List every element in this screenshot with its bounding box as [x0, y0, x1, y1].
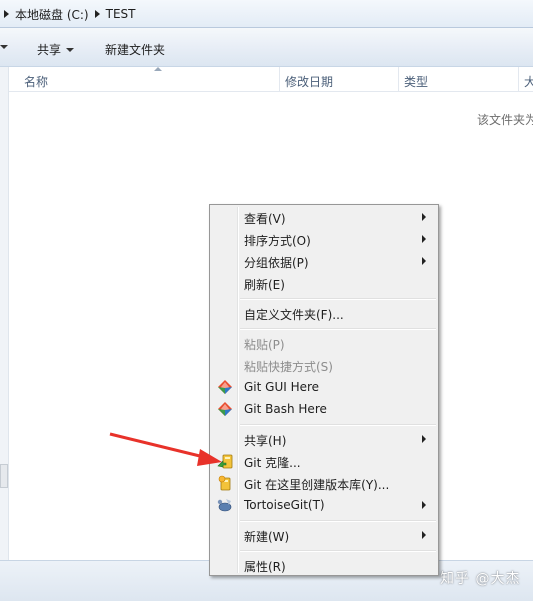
navigation-pane[interactable]	[0, 67, 9, 560]
menu-item-label: Git 克隆...	[244, 456, 301, 470]
menu-item-git-clone[interactable]: Git 克隆...	[212, 450, 436, 472]
menu-item-git-create-repo[interactable]: Git 在这里创建版本库(Y)...	[212, 472, 436, 494]
tortoisegit-icon	[217, 499, 232, 512]
submenu-arrow-icon	[422, 235, 426, 243]
menu-item-label: Git GUI Here	[244, 380, 320, 394]
breadcrumb-separator-icon[interactable]	[94, 10, 100, 18]
submenu-arrow-icon	[422, 531, 426, 539]
menu-separator	[240, 298, 436, 300]
command-toolbar: 共享 新建文件夹	[0, 28, 533, 67]
column-divider[interactable]	[518, 67, 519, 91]
menu-separator	[240, 520, 436, 522]
empty-folder-message: 该文件夹为	[477, 113, 533, 127]
menu-item-tortoisegit[interactable]: TortoiseGit(T)	[212, 494, 436, 516]
menu-item-label: Git 在这里创建版本库(Y)...	[244, 478, 390, 492]
menu-item-git-gui[interactable]: Git GUI Here	[212, 376, 436, 398]
new-folder-label: 新建文件夹	[105, 43, 166, 57]
share-button-label: 共享	[37, 43, 62, 57]
column-header-name[interactable]: 名称	[24, 73, 48, 90]
menu-item-sort-by[interactable]: 排序方式(O)	[212, 228, 436, 250]
menu-item-paste: 粘贴(P)	[212, 332, 436, 354]
column-header-row: 名称 修改日期 类型 大	[9, 67, 533, 92]
chevron-down-icon	[66, 47, 75, 52]
menu-item-new[interactable]: 新建(W)	[212, 524, 436, 546]
menu-item-label: 刷新(E)	[244, 278, 285, 292]
menu-item-label: 新建(W)	[244, 530, 290, 544]
menu-item-properties[interactable]: 属性(R)	[212, 554, 436, 576]
menu-item-label: TortoiseGit(T)	[244, 498, 325, 512]
git-create-repo-icon	[218, 475, 231, 491]
menu-item-label: 分组依据(P)	[244, 256, 309, 270]
menu-item-label: 排序方式(O)	[244, 234, 311, 248]
column-header-type[interactable]: 类型	[404, 73, 428, 90]
new-folder-button[interactable]: 新建文件夹	[105, 41, 165, 58]
git-diamond-icon	[218, 402, 232, 416]
git-diamond-icon	[218, 380, 232, 394]
submenu-arrow-icon	[422, 501, 426, 509]
column-header-size[interactable]: 大	[524, 73, 533, 90]
menu-item-label: 粘贴(P)	[244, 338, 285, 352]
menu-item-label: 属性(R)	[244, 560, 286, 574]
menu-item-label: 查看(V)	[244, 212, 286, 226]
breadcrumb-local-disk[interactable]: 本地磁盘 (C:)	[15, 6, 89, 23]
context-menu: 查看(V) 排序方式(O) 分组依据(P) 刷新(E) 自定义文件夹(F)...…	[209, 204, 439, 576]
menu-item-share[interactable]: 共享(H)	[212, 428, 436, 450]
menu-item-paste-shortcut: 粘贴快捷方式(S)	[212, 354, 436, 376]
menu-item-git-bash[interactable]: Git Bash Here	[212, 398, 436, 420]
column-divider[interactable]	[279, 67, 280, 91]
submenu-arrow-icon	[422, 435, 426, 443]
address-bar[interactable]: 本地磁盘 (C:) TEST	[0, 0, 533, 28]
navigation-scrollbar-thumb[interactable]	[0, 464, 8, 488]
menu-separator	[240, 328, 436, 330]
breadcrumb-test[interactable]: TEST	[106, 7, 136, 21]
submenu-arrow-icon	[422, 213, 426, 221]
breadcrumb: 本地磁盘 (C:) TEST	[4, 5, 533, 23]
submenu-arrow-icon	[422, 257, 426, 265]
menu-item-view[interactable]: 查看(V)	[212, 206, 436, 228]
column-divider[interactable]	[398, 67, 399, 91]
share-button[interactable]: 共享	[37, 41, 75, 58]
column-header-modified[interactable]: 修改日期	[285, 73, 333, 90]
menu-item-customize-folder[interactable]: 自定义文件夹(F)...	[212, 302, 436, 324]
menu-item-group-by[interactable]: 分组依据(P)	[212, 250, 436, 272]
menu-item-label: 自定义文件夹(F)...	[244, 308, 344, 322]
breadcrumb-separator-icon[interactable]	[4, 10, 9, 18]
menu-separator	[240, 424, 436, 426]
sort-ascending-icon	[154, 67, 162, 71]
organize-dropdown-icon[interactable]	[0, 45, 8, 49]
menu-item-label: 共享(H)	[244, 434, 287, 448]
menu-item-label: 粘贴快捷方式(S)	[244, 360, 333, 374]
menu-item-refresh[interactable]: 刷新(E)	[212, 272, 436, 294]
git-clone-icon	[217, 454, 233, 469]
menu-separator	[240, 550, 436, 552]
watermark: 知乎 @大杰	[440, 571, 521, 587]
menu-item-label: Git Bash Here	[244, 402, 327, 416]
